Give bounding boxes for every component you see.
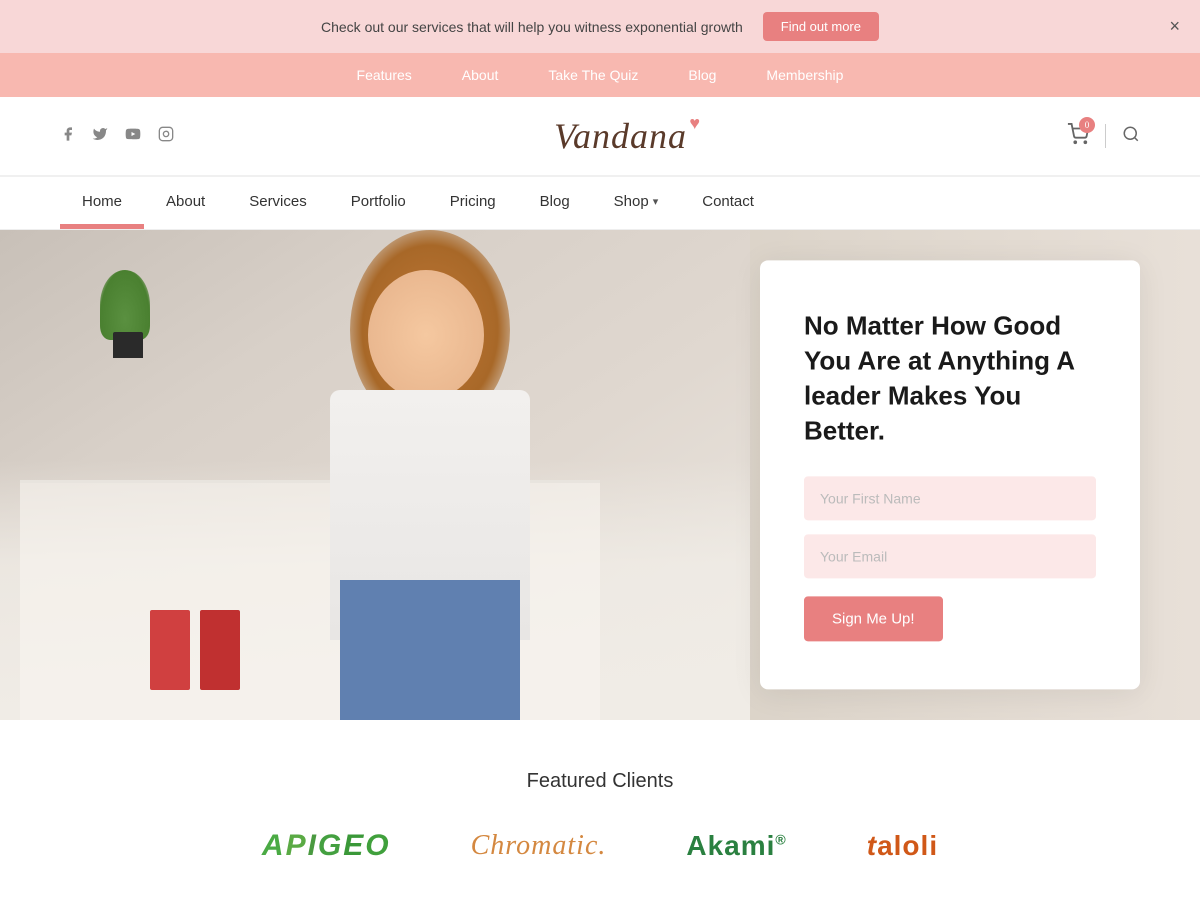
client-logo-chromatic: Chromatic. [471, 830, 607, 862]
header-right: 0 [1067, 123, 1140, 150]
top-nav-features[interactable]: Features [357, 67, 412, 83]
nav-contact[interactable]: Contact [680, 177, 776, 229]
shop-dropdown-icon: ▾ [653, 195, 659, 208]
main-nav: Home About Services Portfolio Pricing Bl… [0, 177, 1200, 230]
hero-card: No Matter How Good You Are at Anything A… [760, 260, 1140, 689]
nav-portfolio[interactable]: Portfolio [329, 177, 428, 229]
client-logo-akami: Akami® [686, 830, 786, 862]
nav-home[interactable]: Home [60, 177, 144, 229]
client-logo-apigeo: APIGEO [262, 829, 391, 863]
twitter-icon[interactable] [92, 126, 108, 147]
logo-heart-icon: ♥ [689, 113, 701, 134]
site-header: Vandana ♥ 0 [0, 97, 1200, 177]
nav-pricing[interactable]: Pricing [428, 177, 518, 229]
sign-me-up-button[interactable]: Sign Me Up! [804, 597, 943, 642]
search-button[interactable] [1122, 125, 1140, 148]
featured-clients-section: Featured Clients APIGEO Chromatic. Akami… [0, 720, 1200, 923]
find-out-button[interactable]: Find out more [763, 12, 879, 41]
featured-clients-title: Featured Clients [60, 770, 1140, 793]
hero-heading: No Matter How Good You Are at Anything A… [804, 308, 1096, 448]
facebook-icon[interactable] [60, 126, 76, 147]
cart-badge: 0 [1079, 117, 1095, 133]
youtube-icon[interactable] [124, 126, 142, 147]
banner-text: Check out our services that will help yo… [321, 19, 743, 35]
instagram-icon[interactable] [158, 126, 174, 147]
hero-section: No Matter How Good You Are at Anything A… [0, 230, 1200, 720]
cart-icon[interactable]: 0 [1067, 123, 1089, 150]
top-nav-quiz[interactable]: Take The Quiz [548, 67, 638, 83]
clients-row: APIGEO Chromatic. Akami® taloli [60, 829, 1140, 863]
client-logo-taloli: taloli [867, 830, 938, 862]
top-nav-membership[interactable]: Membership [766, 67, 843, 83]
header-divider [1105, 124, 1106, 148]
social-icons [60, 126, 174, 147]
top-nav-blog[interactable]: Blog [688, 67, 716, 83]
hero-image [0, 230, 750, 720]
top-nav-about[interactable]: About [462, 67, 499, 83]
email-input[interactable] [804, 535, 1096, 579]
first-name-input[interactable] [804, 477, 1096, 521]
site-logo[interactable]: Vandana ♥ [554, 115, 687, 157]
top-banner: Check out our services that will help yo… [0, 0, 1200, 53]
top-nav: Features About Take The Quiz Blog Member… [0, 53, 1200, 97]
nav-shop[interactable]: Shop ▾ [592, 177, 681, 229]
nav-blog[interactable]: Blog [518, 177, 592, 229]
nav-services[interactable]: Services [227, 177, 329, 229]
nav-about[interactable]: About [144, 177, 227, 229]
banner-close-button[interactable]: × [1169, 16, 1180, 37]
